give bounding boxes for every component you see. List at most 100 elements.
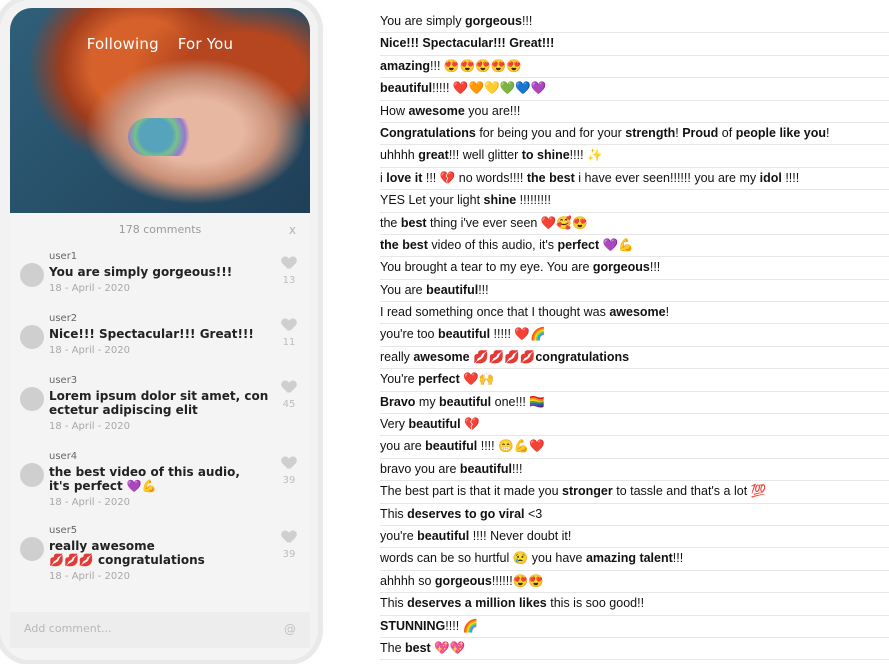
row-text: ❤️🙌 bbox=[459, 372, 495, 387]
row-text: YES Let your light bbox=[380, 193, 484, 208]
avatar[interactable] bbox=[20, 387, 44, 411]
row-text: !!!! ✨ bbox=[569, 148, 603, 163]
row-text: !!!! Never doubt it! bbox=[469, 528, 572, 543]
mention-icon[interactable]: @ bbox=[284, 622, 296, 636]
row-text: you are bbox=[380, 439, 426, 454]
row-text: I read something once that I thought was bbox=[380, 305, 610, 320]
avatar[interactable] bbox=[20, 263, 44, 287]
like-count: 39 bbox=[282, 475, 296, 486]
row-text: The best part is that it made you bbox=[380, 484, 563, 499]
avatar[interactable] bbox=[20, 537, 44, 561]
tab-following[interactable]: Following bbox=[87, 35, 159, 53]
add-comment-bar[interactable]: Add comment... @ bbox=[10, 612, 310, 648]
close-icon[interactable]: x bbox=[289, 223, 296, 237]
comment-item: user3 Lorem ipsum dolor sit amet, con ec… bbox=[10, 375, 310, 447]
like-control[interactable]: 45 bbox=[280, 381, 298, 410]
emphasis-text: awesome bbox=[413, 349, 470, 364]
comment-list-row: The best 💖💖 bbox=[380, 638, 889, 661]
emphasis-text: amazing bbox=[380, 58, 431, 73]
like-control[interactable]: 13 bbox=[280, 257, 298, 286]
row-text: video of this audio, it's bbox=[427, 237, 558, 252]
row-text: my bbox=[415, 394, 440, 409]
comment-list-row: bravo you are beautiful!!! bbox=[380, 459, 889, 482]
row-text: this is soo good!! bbox=[546, 596, 645, 611]
heart-icon[interactable] bbox=[282, 457, 296, 469]
emphasis-text: Bravo bbox=[380, 394, 416, 409]
row-text: you're bbox=[380, 528, 418, 543]
comment-text: really awesome 💋💋💋 congratulations bbox=[49, 539, 205, 567]
row-text: words can be so hurtful 😢 you have bbox=[380, 551, 586, 566]
comment-list-row: you are beautiful !!!! 😁💪❤️ bbox=[380, 436, 889, 459]
like-count: 39 bbox=[282, 549, 296, 560]
comment-list-row: Nice!!! Spectacular!!! Great!!! bbox=[380, 33, 889, 56]
row-text: of bbox=[718, 125, 736, 140]
like-control[interactable]: 39 bbox=[280, 457, 298, 486]
row-text: !!!!!!😍😍 bbox=[491, 573, 544, 588]
comment-body: user1 You are simply gorgeous!!! 18 - Ap… bbox=[49, 251, 269, 294]
comment-date: 18 - April - 2020 bbox=[49, 345, 130, 356]
comment-text: Lorem ipsum dolor sit amet, con ectetur … bbox=[49, 389, 269, 417]
emphasis-text: gorgeous bbox=[434, 573, 492, 588]
avatar[interactable] bbox=[20, 463, 44, 487]
row-text: you are!!! bbox=[464, 103, 521, 118]
like-control[interactable]: 39 bbox=[280, 531, 298, 560]
comment-date: 18 - April - 2020 bbox=[49, 571, 130, 582]
row-text: !!!! bbox=[781, 170, 800, 185]
heart-icon[interactable] bbox=[282, 319, 296, 331]
comment-date: 18 - April - 2020 bbox=[49, 283, 130, 294]
comment-username[interactable]: user5 bbox=[49, 525, 269, 536]
comment-list-row: You brought a tear to my eye. You are go… bbox=[380, 257, 889, 280]
tab-for-you[interactable]: For You bbox=[178, 35, 233, 53]
comment-list-row: The best part is that it made you strong… bbox=[380, 481, 889, 504]
top-tabs: Following For You bbox=[10, 35, 310, 53]
like-count: 11 bbox=[282, 337, 296, 348]
row-text: The bbox=[380, 640, 406, 655]
emphasis-text: beautiful bbox=[439, 394, 492, 409]
comment-list-row: you're beautiful !!!! Never doubt it! bbox=[380, 526, 889, 549]
comments-count: 178 comments bbox=[118, 223, 202, 236]
avatar[interactable] bbox=[20, 325, 44, 349]
emphasis-text: Proud bbox=[682, 125, 719, 140]
comment-list-row: really awesome 💋💋💋💋congratulations bbox=[380, 347, 889, 370]
row-text: the bbox=[380, 215, 401, 230]
emphasis-text: gorgeous bbox=[592, 260, 650, 275]
row-text: one!!! 🏳️‍🌈 bbox=[491, 394, 545, 409]
comment-item: user1 You are simply gorgeous!!! 18 - Ap… bbox=[10, 251, 310, 313]
comment-list-row: Congratulations for being you and for yo… bbox=[380, 123, 889, 146]
row-text: you're too bbox=[380, 327, 438, 342]
comment-list-row: This deserves a million likes this is so… bbox=[380, 593, 889, 616]
comment-list-row: i love it !!! 💔 no words!!!! the best i … bbox=[380, 168, 889, 191]
emphasis-text: love it bbox=[386, 170, 423, 185]
comment-list-row: You are simply gorgeous!!! bbox=[380, 11, 889, 34]
emphasis-text: beautiful bbox=[426, 282, 479, 297]
comment-username[interactable]: user1 bbox=[49, 251, 269, 262]
comment-body: user4 the best video of this audio, it's… bbox=[49, 451, 269, 508]
comment-username[interactable]: user2 bbox=[49, 313, 269, 324]
heart-icon[interactable] bbox=[282, 257, 296, 269]
heart-icon[interactable] bbox=[282, 381, 296, 393]
comment-username[interactable]: user4 bbox=[49, 451, 269, 462]
comment-list-row: the best thing i've ever seen ❤️🥰😍 bbox=[380, 213, 889, 235]
emphasis-text: beautiful bbox=[459, 461, 513, 476]
emphasis-text: the best bbox=[380, 237, 428, 252]
row-text: 💔 bbox=[460, 417, 480, 432]
row-text: uhhhh bbox=[380, 148, 419, 163]
row-text: !!!!! ❤️🧡💛💚💙💜 bbox=[432, 81, 547, 96]
comment-list-row: This deserves to go viral <3 bbox=[380, 504, 889, 526]
emphasis-text: Congratulations bbox=[380, 125, 476, 140]
row-text: !!! well glitter bbox=[448, 148, 522, 163]
comment-list-row: you're too beautiful !!!!! ❤️🌈 bbox=[380, 324, 889, 347]
comment-date: 18 - April - 2020 bbox=[49, 497, 130, 508]
row-text: for being you and for your bbox=[475, 125, 626, 140]
like-control[interactable]: 11 bbox=[280, 319, 298, 348]
emphasis-text: Nice!!! Spectacular!!! Great!!! bbox=[380, 36, 555, 51]
comment-list-row: How awesome you are!!! bbox=[380, 101, 889, 123]
row-text: !!! bbox=[649, 260, 661, 275]
phone-mockup: Following For You 178 comments x user1 Y… bbox=[0, 0, 318, 660]
row-text: !!!! 🌈 bbox=[445, 618, 479, 633]
add-comment-input[interactable]: Add comment... bbox=[24, 622, 112, 635]
heart-icon[interactable] bbox=[282, 531, 296, 543]
emphasis-text: STUNNING bbox=[380, 618, 446, 633]
comment-username[interactable]: user3 bbox=[49, 375, 269, 386]
emphasis-text: best bbox=[400, 215, 427, 230]
